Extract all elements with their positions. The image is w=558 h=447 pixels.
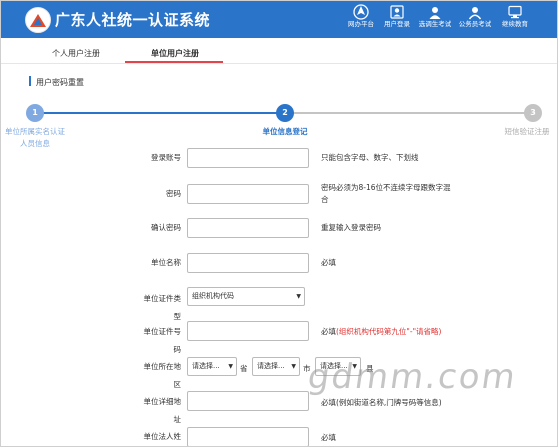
chevron-down-icon: ▼: [228, 363, 233, 370]
password-input[interactable]: [187, 184, 309, 204]
confirm-password-input[interactable]: [187, 218, 309, 238]
exam-icon: [429, 7, 441, 19]
region-label: 单位所在地区: [143, 362, 182, 389]
step-3-label: 短信验证注册: [504, 127, 550, 136]
cert-no-hint-required: 必填: [321, 327, 336, 336]
cert-no-hint: 必填(组织机构代码第九位"-"请省略): [321, 326, 441, 338]
org-name-hint: 必填: [321, 258, 336, 267]
nav-item-selection-exam[interactable]: 选调生考试: [415, 4, 455, 28]
org-name-input[interactable]: [187, 253, 309, 273]
cert-type-label: 单位证件类型: [143, 294, 182, 321]
step-pending-line: [293, 112, 525, 114]
user-login-icon: [390, 5, 404, 19]
nav-item-web-platform[interactable]: 网办平台: [341, 4, 381, 28]
cert-no-label: 单位证件号码: [143, 327, 182, 354]
nav-label: 网办平台: [348, 20, 374, 28]
password-hint: 密码必须为8-16位不连续字母跟数字混合: [321, 183, 451, 204]
section-title: 用户密码重置: [36, 78, 84, 87]
legal-name-label: 单位法人姓: [143, 432, 182, 441]
site-logo[interactable]: [25, 7, 51, 33]
cert-type-select[interactable]: 组织机构代码 ▼: [187, 287, 305, 306]
tabs-divider: [1, 63, 557, 64]
step-2-label: 单位信息登记: [262, 127, 308, 136]
page-frame: 广东人社统一认证系统 网办平台 用户登录 选调生考试 公务员考试 继续教育 个人…: [0, 0, 558, 447]
org-name-label: 单位名称: [151, 258, 181, 267]
address-hint: 必填(例如街道名称,门牌号码等信息): [321, 398, 442, 407]
legal-name-input[interactable]: [187, 427, 309, 446]
watermark: gdmm.com: [305, 357, 520, 397]
account-label: 登录账号: [151, 153, 181, 162]
address-label: 单位详细地址: [143, 397, 182, 424]
nav-item-user-login[interactable]: 用户登录: [377, 4, 417, 28]
nav-item-education[interactable]: 继续教育: [495, 4, 535, 28]
confirm-password-hint: 重复输入登录密码: [321, 223, 381, 232]
tab-org-register[interactable]: 单位用户注册: [151, 48, 199, 59]
province-value: 请选择...: [192, 362, 220, 370]
nav-item-civil-exam[interactable]: 公务员考试: [455, 4, 495, 28]
top-header: 广东人社统一认证系统 网办平台 用户登录 选调生考试 公务员考试 继续教育: [1, 1, 557, 38]
education-icon: [508, 5, 522, 19]
account-input[interactable]: [187, 148, 309, 168]
chevron-down-icon: ▼: [296, 293, 301, 300]
step-1-circle: 1: [26, 104, 44, 122]
city-value: 请选择...: [257, 362, 285, 370]
nav-label: 选调生考试: [418, 20, 452, 28]
tab-personal-register[interactable]: 个人用户注册: [52, 48, 100, 59]
legal-name-hint: 必填: [321, 433, 336, 442]
globe-icon: [353, 4, 369, 20]
province-unit: 省: [240, 364, 248, 373]
cert-no-input[interactable]: [187, 321, 309, 341]
confirm-password-label: 确认密码: [151, 223, 181, 232]
step-2-circle: 2: [276, 104, 294, 122]
nav-label: 公务员考试: [458, 20, 492, 28]
step-1-label: 单位所属实名认证人员信息: [5, 127, 65, 148]
site-title: 广东人社统一认证系统: [55, 11, 211, 29]
nav-label: 用户登录: [384, 20, 410, 28]
chevron-down-icon: ▼: [291, 363, 296, 370]
city-select[interactable]: 请选择... ▼: [252, 357, 300, 376]
province-select[interactable]: 请选择... ▼: [187, 357, 237, 376]
section-marker: [29, 76, 31, 86]
civil-exam-icon: [468, 7, 482, 20]
account-hint: 只能包含字母、数字、下划线: [321, 153, 419, 162]
address-input[interactable]: [187, 391, 309, 411]
nav-label: 继续教育: [502, 20, 528, 28]
cert-no-hint-note: (组织机构代码第九位"-"请省略): [336, 327, 442, 336]
cert-type-value: 组织机构代码: [192, 292, 234, 300]
password-label: 密码: [166, 189, 181, 198]
step-3-circle: 3: [524, 104, 542, 122]
step-progress-line: [43, 112, 279, 114]
